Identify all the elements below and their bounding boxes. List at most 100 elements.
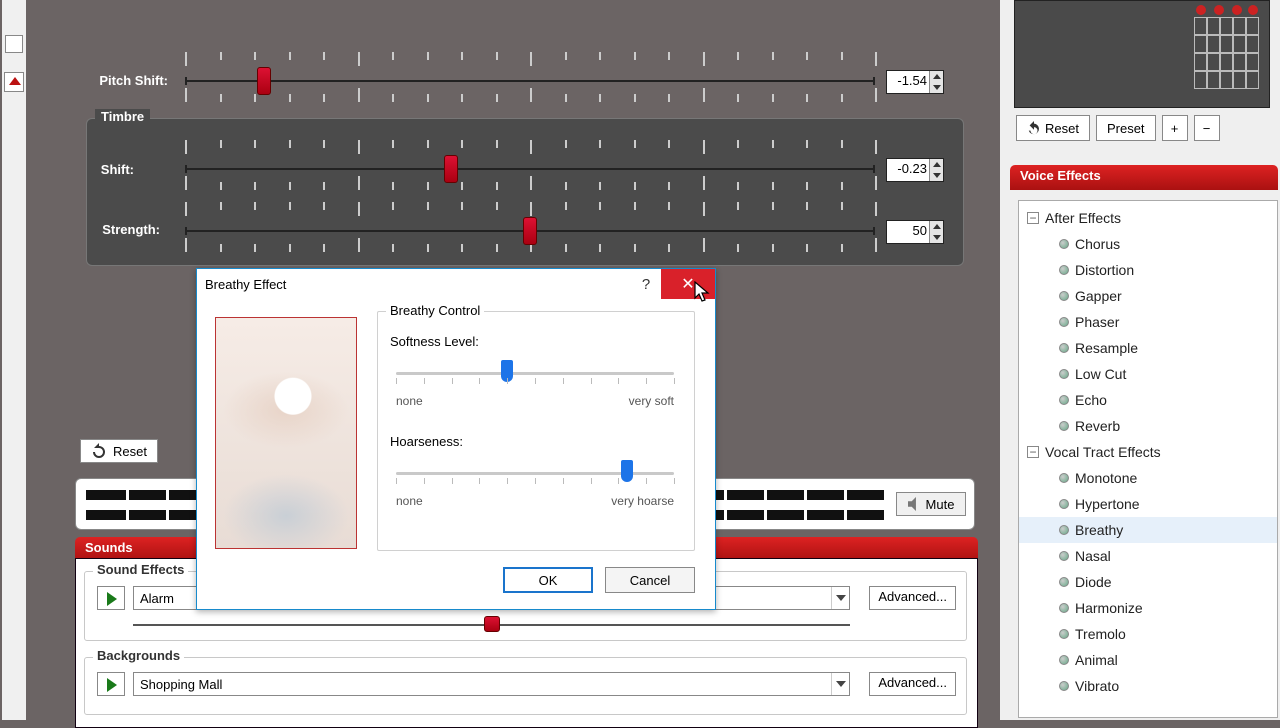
tree-item-harmonize[interactable]: Harmonize: [1019, 595, 1277, 621]
bullet-icon: [1059, 629, 1069, 639]
dialog-help-button[interactable]: ?: [631, 276, 661, 293]
tree-item-label: Nasal: [1075, 548, 1111, 564]
tree-item-nasal[interactable]: Nasal: [1019, 543, 1277, 569]
tree-item-vibrato[interactable]: Vibrato: [1019, 673, 1277, 699]
tree-item-phaser[interactable]: Phaser: [1019, 309, 1277, 335]
pitch-shift-label: Pitch Shift:: [88, 73, 168, 88]
timbre-shift-value[interactable]: -0.23: [886, 158, 944, 182]
bullet-icon: [1059, 421, 1069, 431]
bullet-icon: [1059, 317, 1069, 327]
tree-item-reverb[interactable]: Reverb: [1019, 413, 1277, 439]
right-reset-label: Reset: [1045, 121, 1079, 136]
sound-effects-play[interactable]: [97, 586, 125, 610]
tree-item-diode[interactable]: Diode: [1019, 569, 1277, 595]
timbre-legend: Timbre: [95, 109, 150, 124]
tree-item-label: Harmonize: [1075, 600, 1143, 616]
chevron-down-icon: [831, 673, 849, 695]
pitch-shift-thumb[interactable]: [257, 67, 271, 95]
bullet-icon: [1059, 655, 1069, 665]
bullet-icon: [1059, 499, 1069, 509]
tree-item-label: Breathy: [1075, 522, 1123, 538]
timbre-shift-thumb[interactable]: [444, 155, 458, 183]
timbre-strength-thumb[interactable]: [523, 217, 537, 245]
tree-item-label: After Effects: [1045, 210, 1121, 226]
backgrounds-combo[interactable]: Shopping Mall: [133, 672, 850, 696]
mute-button[interactable]: Mute: [896, 492, 966, 516]
expand-icon[interactable]: −: [1027, 212, 1039, 224]
dialog-preview-image: [215, 317, 357, 549]
tree-item-label: Tremolo: [1075, 626, 1126, 642]
keyboard-preview: [1014, 0, 1270, 108]
pitch-shift-slider[interactable]: [185, 52, 875, 112]
bullet-icon: [1059, 369, 1069, 379]
softness-slider[interactable]: none very soft: [396, 354, 674, 404]
tree-item-label: Phaser: [1075, 314, 1119, 330]
mouse-cursor: [694, 281, 712, 305]
left-dropdown[interactable]: [5, 35, 23, 53]
breathy-control-frame: Breathy Control Softness Level: none ver…: [377, 311, 695, 551]
sound-effects-vol-thumb[interactable]: [484, 616, 500, 632]
tree-group-after-effects[interactable]: −After Effects: [1019, 205, 1277, 231]
hoarseness-thumb[interactable]: [621, 460, 633, 482]
tree-item-chorus[interactable]: Chorus: [1019, 231, 1277, 257]
mute-button-label: Mute: [926, 497, 955, 512]
timbre-shift-slider[interactable]: [185, 140, 875, 200]
voice-effects-header: Voice Effects: [1010, 165, 1278, 190]
breathy-effect-dialog: Breathy Effect ? ✕ Breathy Control Softn…: [196, 268, 716, 610]
pitch-shift-spin[interactable]: [929, 71, 943, 93]
remove-button[interactable]: −: [1194, 115, 1220, 141]
backgrounds-play[interactable]: [97, 672, 125, 696]
add-button[interactable]: +: [1162, 115, 1188, 141]
tree-item-gapper[interactable]: Gapper: [1019, 283, 1277, 309]
reset-button-left[interactable]: Reset: [80, 439, 158, 463]
dialog-ok-button[interactable]: OK: [503, 567, 593, 593]
tree-item-breathy[interactable]: Breathy: [1019, 517, 1277, 543]
hoarseness-label: Hoarseness:: [390, 434, 463, 449]
backgrounds-legend: Backgrounds: [93, 648, 184, 663]
tree-item-label: Hypertone: [1075, 496, 1140, 512]
tree-item-hypertone[interactable]: Hypertone: [1019, 491, 1277, 517]
left-expand[interactable]: [4, 72, 24, 92]
tree-item-label: Animal: [1075, 652, 1118, 668]
voice-effects-tree[interactable]: −After EffectsChorusDistortionGapperPhas…: [1018, 200, 1278, 718]
tree-item-label: Chorus: [1075, 236, 1120, 252]
softness-high: very soft: [629, 394, 674, 408]
expand-icon[interactable]: −: [1027, 446, 1039, 458]
timbre-strength-slider[interactable]: [185, 202, 875, 262]
hoarseness-low: none: [396, 494, 423, 508]
pitch-shift-value[interactable]: -1.54: [886, 70, 944, 94]
tree-item-label: Gapper: [1075, 288, 1122, 304]
tree-item-resample[interactable]: Resample: [1019, 335, 1277, 361]
hoarseness-high: very hoarse: [611, 494, 674, 508]
sound-effects-advanced[interactable]: Advanced...: [869, 586, 956, 610]
pitch-shift-value-text: -1.54: [889, 73, 927, 88]
timbre-strength-spin[interactable]: [929, 221, 943, 243]
bullet-icon: [1059, 343, 1069, 353]
tree-item-tremolo[interactable]: Tremolo: [1019, 621, 1277, 647]
tree-item-distortion[interactable]: Distortion: [1019, 257, 1277, 283]
timbre-strength-value[interactable]: 50: [886, 220, 944, 244]
softness-label: Softness Level:: [390, 334, 479, 349]
timbre-shift-spin[interactable]: [929, 159, 943, 181]
tree-item-echo[interactable]: Echo: [1019, 387, 1277, 413]
bullet-icon: [1059, 395, 1069, 405]
reset-button-left-label: Reset: [113, 444, 147, 459]
bullet-icon: [1059, 291, 1069, 301]
tree-item-monotone[interactable]: Monotone: [1019, 465, 1277, 491]
backgrounds-advanced[interactable]: Advanced...: [869, 672, 956, 696]
tree-item-label: Low Cut: [1075, 366, 1126, 382]
right-reset-button[interactable]: Reset: [1016, 115, 1090, 141]
sound-effects-vol-slider[interactable]: [133, 616, 850, 634]
hoarseness-slider[interactable]: none very hoarse: [396, 454, 674, 504]
bullet-icon: [1059, 525, 1069, 535]
dialog-cancel-button[interactable]: Cancel: [605, 567, 695, 593]
tree-item-low-cut[interactable]: Low Cut: [1019, 361, 1277, 387]
tree-group-vocal-tract[interactable]: −Vocal Tract Effects: [1019, 439, 1277, 465]
timbre-strength-value-text: 50: [889, 223, 927, 238]
softness-low: none: [396, 394, 423, 408]
timbre-shift-value-text: -0.23: [889, 161, 927, 176]
preset-button[interactable]: Preset: [1096, 115, 1156, 141]
tree-item-animal[interactable]: Animal: [1019, 647, 1277, 673]
chevron-down-icon: [831, 587, 849, 609]
timbre-strength-label: Strength:: [88, 222, 160, 237]
